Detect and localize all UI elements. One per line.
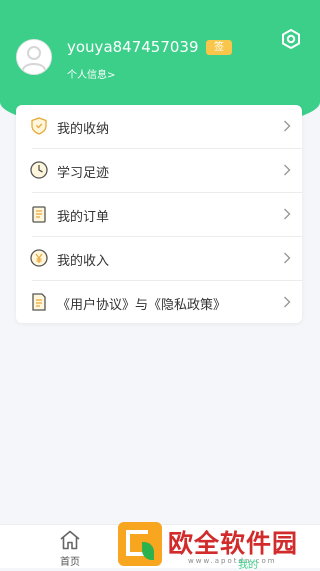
watermark-logo-icon [118, 522, 162, 566]
menu-item-collection[interactable]: 我的收纳 [16, 105, 302, 148]
username: youya847457039 [67, 38, 199, 56]
avatar[interactable] [16, 39, 52, 75]
site-watermark: 欧全软件园 www.apotdn.com 我的 [118, 514, 318, 571]
tab-home-label: 首页 [60, 557, 80, 568]
document-icon [32, 293, 46, 311]
clock-icon [30, 161, 48, 179]
personal-info-link[interactable]: 个人信息> [67, 66, 115, 81]
menu-item-label: 《用户协议》与《隐私政策》 [57, 298, 227, 313]
clipboard-icon [32, 206, 46, 223]
menu-item-label: 我的收入 [57, 254, 110, 269]
chevron-right-icon [284, 164, 291, 176]
menu-item-orders[interactable]: 我的订单 [16, 193, 302, 236]
home-icon [60, 530, 80, 550]
tab-profile-label[interactable]: 我的 [238, 556, 258, 571]
menu-item-label: 我的收纳 [57, 122, 110, 137]
chevron-right-icon [284, 208, 291, 220]
menu-item-agreement-privacy[interactable]: 《用户协议》与《隐私政策》 [16, 281, 302, 324]
menu-item-income[interactable]: 我的收入 [16, 237, 302, 280]
sign-in-badge[interactable]: 签 [206, 40, 232, 55]
chevron-right-icon [284, 120, 291, 132]
menu-item-label: 我的订单 [57, 210, 110, 225]
settings-button[interactable] [280, 28, 302, 50]
menu-card: 我的收纳 学习足迹 我的订单 我的收入 《用户协议》与《隐私政策》 [16, 105, 302, 323]
tab-home[interactable]: 首页 [30, 525, 110, 569]
watermark-text: 欧全软件园 [168, 529, 299, 558]
chevron-right-icon [284, 296, 291, 308]
yen-coin-icon [30, 249, 48, 267]
default-avatar-icon [22, 46, 46, 71]
hexagon-settings-icon [282, 29, 300, 49]
chevron-right-icon [284, 252, 291, 264]
menu-item-label: 学习足迹 [57, 166, 110, 181]
shield-icon [31, 117, 47, 135]
menu-item-learning-history[interactable]: 学习足迹 [16, 149, 302, 192]
watermark-url: www.apotdn.com [188, 557, 277, 565]
